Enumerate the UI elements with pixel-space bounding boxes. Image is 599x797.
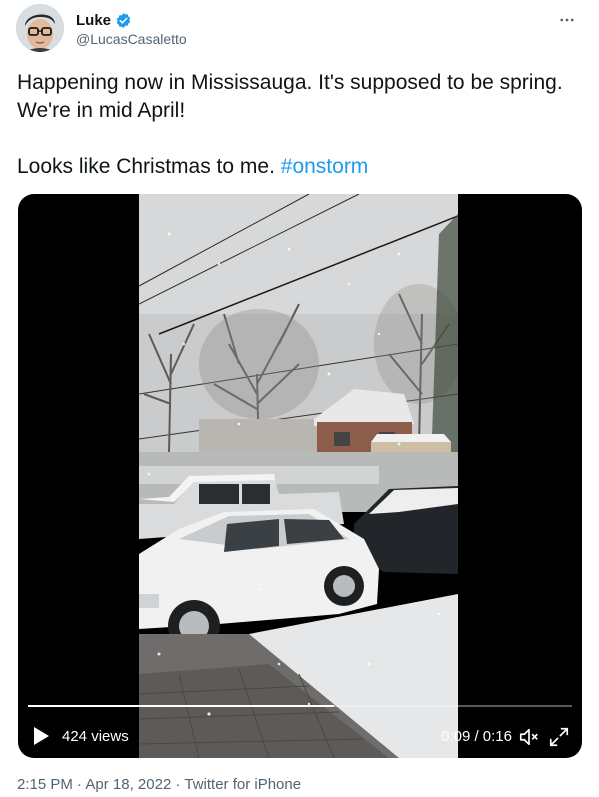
play-icon[interactable] xyxy=(32,726,50,746)
tweet-time[interactable]: 2:15 PM xyxy=(17,776,73,793)
more-options-icon[interactable] xyxy=(555,8,579,32)
tweet-date[interactable]: Apr 18, 2022 xyxy=(85,776,171,793)
author-info: Luke @LucasCasaletto xyxy=(76,10,187,48)
name-row: Luke xyxy=(76,10,187,30)
meta-separator: · xyxy=(72,776,86,793)
verified-badge-icon xyxy=(115,12,132,29)
video-time: 0:09 / 0:16 xyxy=(441,728,512,745)
video-progress-bar[interactable] xyxy=(28,705,572,707)
hashtag-link[interactable]: #onstorm xyxy=(281,155,369,178)
avatar-image xyxy=(16,4,64,52)
video-progress-fill xyxy=(28,705,334,707)
handle[interactable]: @LucasCasaletto xyxy=(76,31,187,47)
tweet-source[interactable]: Twitter for iPhone xyxy=(184,776,301,793)
tweet-meta: 2:15 PM · Apr 18, 2022 · Twitter for iPh… xyxy=(17,776,301,793)
video-controls: 424 views 0:09 / 0:16 xyxy=(18,722,582,752)
tweet-text: Happening now in Mississauga. It's suppo… xyxy=(17,69,577,181)
video-frame[interactable] xyxy=(139,194,458,758)
tweet-header: Luke @LucasCasaletto xyxy=(16,4,583,54)
video-player[interactable]: 424 views 0:09 / 0:16 xyxy=(18,194,582,758)
fullscreen-icon[interactable] xyxy=(548,726,570,748)
display-name[interactable]: Luke xyxy=(76,12,111,29)
avatar[interactable] xyxy=(16,4,64,52)
meta-separator: · xyxy=(171,776,185,793)
video-still xyxy=(139,194,458,758)
view-count: 424 views xyxy=(62,728,129,745)
mute-icon[interactable] xyxy=(518,726,540,748)
